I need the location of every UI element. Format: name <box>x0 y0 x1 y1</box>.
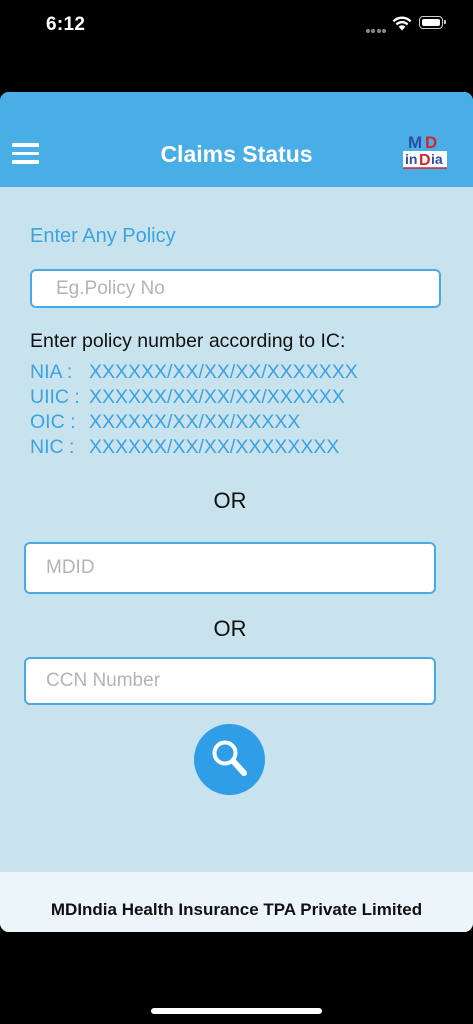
svg-text:in: in <box>405 151 417 167</box>
footer-company-name: MDIndia Health Insurance TPA Private Lim… <box>50 900 423 919</box>
or-separator: OR <box>213 488 247 513</box>
ic-format-pattern: XXXXXX/XX/XX/XX/XXXXXXX <box>89 361 358 383</box>
search-icon <box>212 740 247 776</box>
mdindia-logo: M D in D ia <box>399 132 451 172</box>
home-indicator[interactable] <box>151 1008 322 1014</box>
ccn-number-input[interactable] <box>24 657 436 705</box>
status-bar: 6:12 <box>0 0 473 50</box>
ic-format-pattern: XXXXXX/XX/XX/XX/XXXXXX <box>89 386 345 408</box>
svg-text:M: M <box>408 133 422 152</box>
app-header: Claims Status M D in D ia <box>0 92 473 187</box>
policy-format-hint: Enter policy number according to IC: <box>30 330 346 352</box>
app-screen: Claims Status M D in D ia Enter Any Poli… <box>0 92 473 932</box>
ic-format-pattern: XXXXXX/XX/XX/XXXXX <box>89 411 301 433</box>
ic-format-code: NIC : <box>30 436 75 458</box>
ic-format-code: NIA : <box>30 361 73 383</box>
wifi-icon <box>392 16 412 31</box>
policy-number-input[interactable] <box>30 269 441 308</box>
search-button[interactable] <box>194 724 265 795</box>
or-separator: OR <box>213 616 247 641</box>
policy-section-label: Enter Any Policy <box>30 225 176 247</box>
battery-icon <box>419 16 446 29</box>
cellular-dots-icon <box>366 29 386 33</box>
footer: MDIndia Health Insurance TPA Private Lim… <box>0 872 473 932</box>
svg-text:D: D <box>419 152 431 169</box>
svg-text:D: D <box>425 133 437 152</box>
ic-format-pattern: XXXXXX/XX/XX/XXXXXXXX <box>89 436 340 458</box>
ic-format-code: OIC : <box>30 411 76 433</box>
status-time: 6:12 <box>46 14 86 35</box>
ic-format-code: UIIC : <box>30 386 80 408</box>
svg-text:ia: ia <box>431 151 443 167</box>
mdid-input[interactable] <box>24 542 436 594</box>
